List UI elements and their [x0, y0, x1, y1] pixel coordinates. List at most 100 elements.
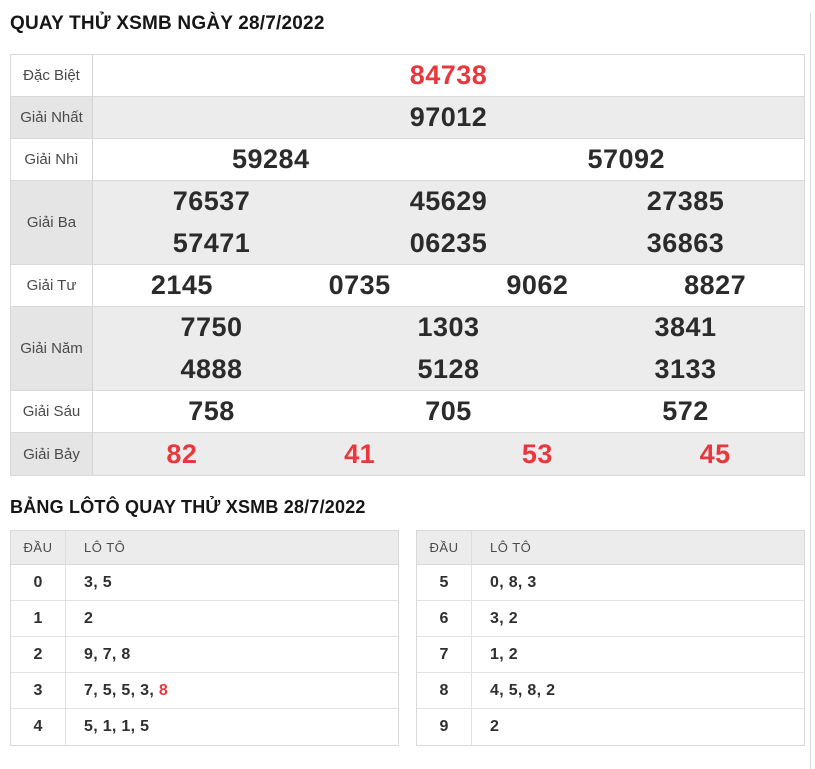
loto-left-body: 03, 51229, 7, 837, 5, 5, 3, 845, 1, 1, 5 [11, 565, 398, 745]
loto-values: 1, 2 [490, 645, 518, 663]
prize-label: Giải Bảy [11, 433, 93, 475]
prize-value: 97012 [409, 102, 488, 132]
loto-row-1: 12 [11, 601, 398, 637]
loto-value: 3 [527, 573, 537, 591]
prize-value: 41 [344, 438, 376, 469]
prize-values: 84738 [93, 55, 804, 96]
prize-value: 57471 [172, 227, 251, 258]
loto-value: 2 [508, 645, 518, 663]
loto-row-8: 84, 5, 8, 2 [417, 673, 804, 709]
loto-dau: 3 [11, 673, 66, 708]
loto-row-7: 7 1, 2 [417, 637, 804, 673]
loto-table-right: ĐẦU LÔ TÔ 5 0, 8, 3 63, 271, 284, 5, 8, 29… [416, 530, 805, 746]
loto-value: 1 [490, 645, 500, 663]
loto-values: 0, 8, 3 [490, 573, 537, 591]
loto-value: 3 [140, 681, 150, 699]
loto-values: 7, 5, 5, 3, 8 [84, 681, 169, 699]
loto-header: ĐẦU LÔ TÔ [11, 531, 398, 565]
loto-dau: 8 [417, 673, 472, 708]
loto-value: 5 [102, 573, 112, 591]
loto-dau: 2 [11, 637, 66, 672]
loto-value: 7 [84, 681, 94, 699]
prize-values: 97012 [93, 97, 804, 138]
prize-label: Giải Nhì [11, 139, 93, 180]
loto-table-left: ĐẦU LÔ TÔ 03, 51229, 7, 837, 5, 5, 3, 84… [10, 530, 399, 746]
loto-value: 2 [490, 718, 500, 735]
prize-values: 758 705 572 [93, 391, 804, 432]
results-title: QUAY THỬ XSMB NGÀY 28/7/2022 [10, 13, 325, 34]
loto-values: 2 [472, 709, 499, 745]
prize-value: 3133 [654, 353, 717, 384]
result-row-5: Giải Năm 7750 1303 3841 4888 5128 3133 [11, 307, 804, 391]
prize-value: 5128 [417, 353, 480, 384]
loto-col-dau-header: ĐẦU [417, 531, 472, 564]
loto-value: 9 [84, 645, 94, 663]
loto-values: 3, 2 [490, 609, 518, 627]
loto-header: ĐẦU LÔ TÔ [417, 531, 804, 565]
loto-value: 5 [508, 681, 518, 699]
loto-values: 5, 1, 1, 5 [84, 718, 150, 735]
prize-value: 1303 [417, 312, 480, 343]
prize-value: 53 [521, 438, 553, 469]
loto-title: BẢNG LÔTÔ QUAY THỬ XSMB 28/7/2022 [10, 497, 366, 517]
prize-value: 45 [699, 438, 731, 469]
loto-value: 8 [527, 681, 537, 699]
loto-value: 2 [546, 681, 556, 699]
loto-value: 0 [490, 573, 500, 591]
content: QUAY THỬ XSMB NGÀY 28/7/2022 Đặc Biệt 847… [0, 13, 815, 746]
result-row-1: Giải Nhất 97012 [11, 97, 804, 139]
prize-values: 7750 1303 3841 4888 5128 3133 [93, 307, 804, 390]
loto-dau: 4 [11, 709, 66, 745]
loto-row-2: 2 9, 7, 8 [11, 637, 398, 673]
prize-value: 3841 [654, 312, 717, 343]
prize-value: 36863 [646, 227, 725, 258]
result-row-7: Giải Bảy 82 41 53 45 [11, 433, 804, 475]
prize-label: Giải Tư [11, 265, 93, 306]
loto-row-4: 4 5, 1, 1, 5 [11, 709, 398, 745]
prize-value: 59284 [231, 144, 310, 174]
prize-value: 705 [425, 396, 472, 426]
loto-value: 8 [508, 573, 518, 591]
prize-value: 57092 [587, 144, 666, 174]
result-row-6: Giải Sáu 758 705 572 [11, 391, 804, 433]
loto-value: 4 [490, 681, 500, 699]
loto-value: 5 [140, 718, 150, 735]
prize-label: Giải Ba [11, 181, 93, 264]
prize-label: Đặc Biệt [11, 55, 93, 96]
loto-dau: 1 [11, 601, 66, 636]
prize-value: 9062 [506, 270, 569, 300]
loto-row-5: 5 0, 8, 3 [417, 565, 804, 601]
loto-value: 5 [84, 718, 94, 735]
result-row-0: Đặc Biệt 84738 [11, 55, 804, 97]
result-row-2: Giải Nhì 59284 57092 [11, 139, 804, 181]
result-row-4: Giải Tư 2145 0735 9062 8827 [11, 265, 804, 307]
prize-value: 76537 [172, 186, 251, 217]
loto-value: 8 [158, 681, 169, 699]
prize-value: 758 [188, 396, 235, 426]
prize-values: 59284 57092 [93, 139, 804, 180]
loto-row-0: 0 3, 5 [11, 565, 398, 601]
prize-value: 4888 [180, 353, 243, 384]
prize-label: Giải Sáu [11, 391, 93, 432]
loto-value: 8 [121, 645, 131, 663]
loto-row-3: 37, 5, 5, 3, 8 [11, 673, 398, 709]
loto-dau: 5 [417, 565, 472, 600]
results-table: Đặc Biệt 84738 Giải Nhất 97012 Giải Nhì 59284… [10, 54, 805, 476]
page-right-divider [810, 13, 811, 769]
prize-value: 8827 [684, 270, 747, 300]
prize-value: 45629 [409, 186, 488, 217]
loto-row-6: 6 3, 2 [417, 601, 804, 637]
prize-values: 76537 45629 27385 57471 06235 36863 [93, 181, 804, 264]
prize-values: 82 41 53 45 [93, 433, 804, 475]
loto-value: 2 [508, 609, 518, 627]
loto-col-loto-header: LÔ TÔ [84, 540, 126, 555]
prize-value: 2145 [150, 270, 213, 300]
prize-value: 06235 [409, 227, 488, 258]
prize-value: 0735 [328, 270, 391, 300]
prize-values: 2145 0735 9062 8827 [93, 265, 804, 306]
loto-value: 5 [121, 681, 131, 699]
loto-dau: 9 [417, 709, 472, 745]
result-row-3: Giải Ba 76537 45629 27385 57471 06235 36863 [11, 181, 804, 265]
loto-dau: 0 [11, 565, 66, 600]
loto-values: 3, 5 [84, 573, 112, 591]
